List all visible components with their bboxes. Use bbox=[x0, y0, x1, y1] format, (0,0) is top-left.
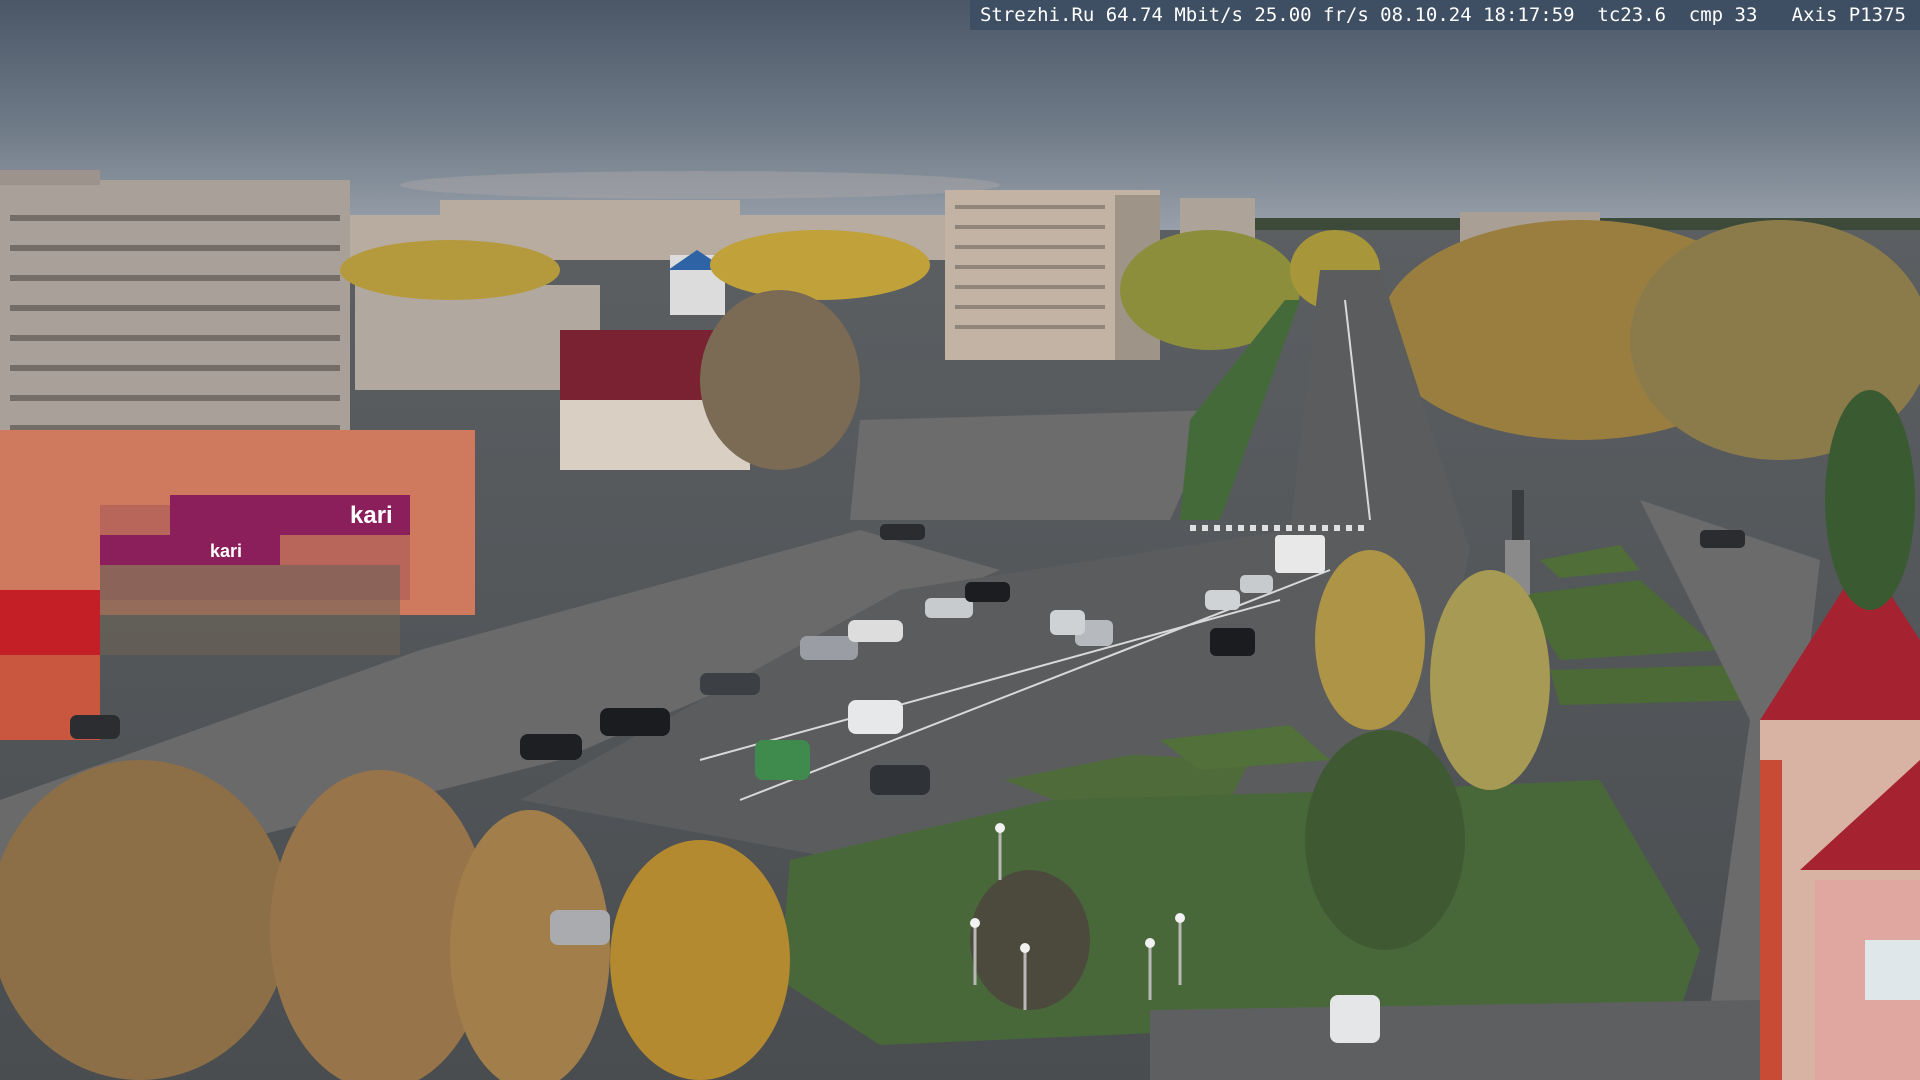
overlay-cmp: cmp 33 bbox=[1688, 4, 1758, 26]
overlay-time: 18:17:59 bbox=[1483, 4, 1575, 26]
cloud bbox=[400, 171, 1000, 199]
camera-info-overlay: Strezhi.Ru 64.74 Mbit/s 25.00 fr/s 08.10.24… bbox=[969, 0, 1920, 30]
kari-fascia-low bbox=[100, 535, 280, 565]
overlay-date: 08.10.24 bbox=[1380, 4, 1472, 26]
overlay-framerate: 25.00 fr/s bbox=[1254, 4, 1369, 26]
square-far bbox=[850, 410, 1220, 520]
webcam-scene: kari kari bbox=[0, 0, 1920, 1080]
store-sign-small: kari bbox=[210, 541, 242, 561]
store-sign: kari bbox=[350, 502, 393, 529]
sidewalk-bottom bbox=[1150, 1000, 1760, 1080]
overlay-bitrate: 64.74 Mbit/s bbox=[1105, 4, 1243, 26]
monument-statue bbox=[1512, 490, 1524, 540]
overlay-site: Strezhi.Ru bbox=[979, 4, 1095, 26]
overlay-camera: Axis P1375 bbox=[1791, 4, 1906, 26]
overlay-tc: tc23.6 bbox=[1597, 4, 1667, 26]
